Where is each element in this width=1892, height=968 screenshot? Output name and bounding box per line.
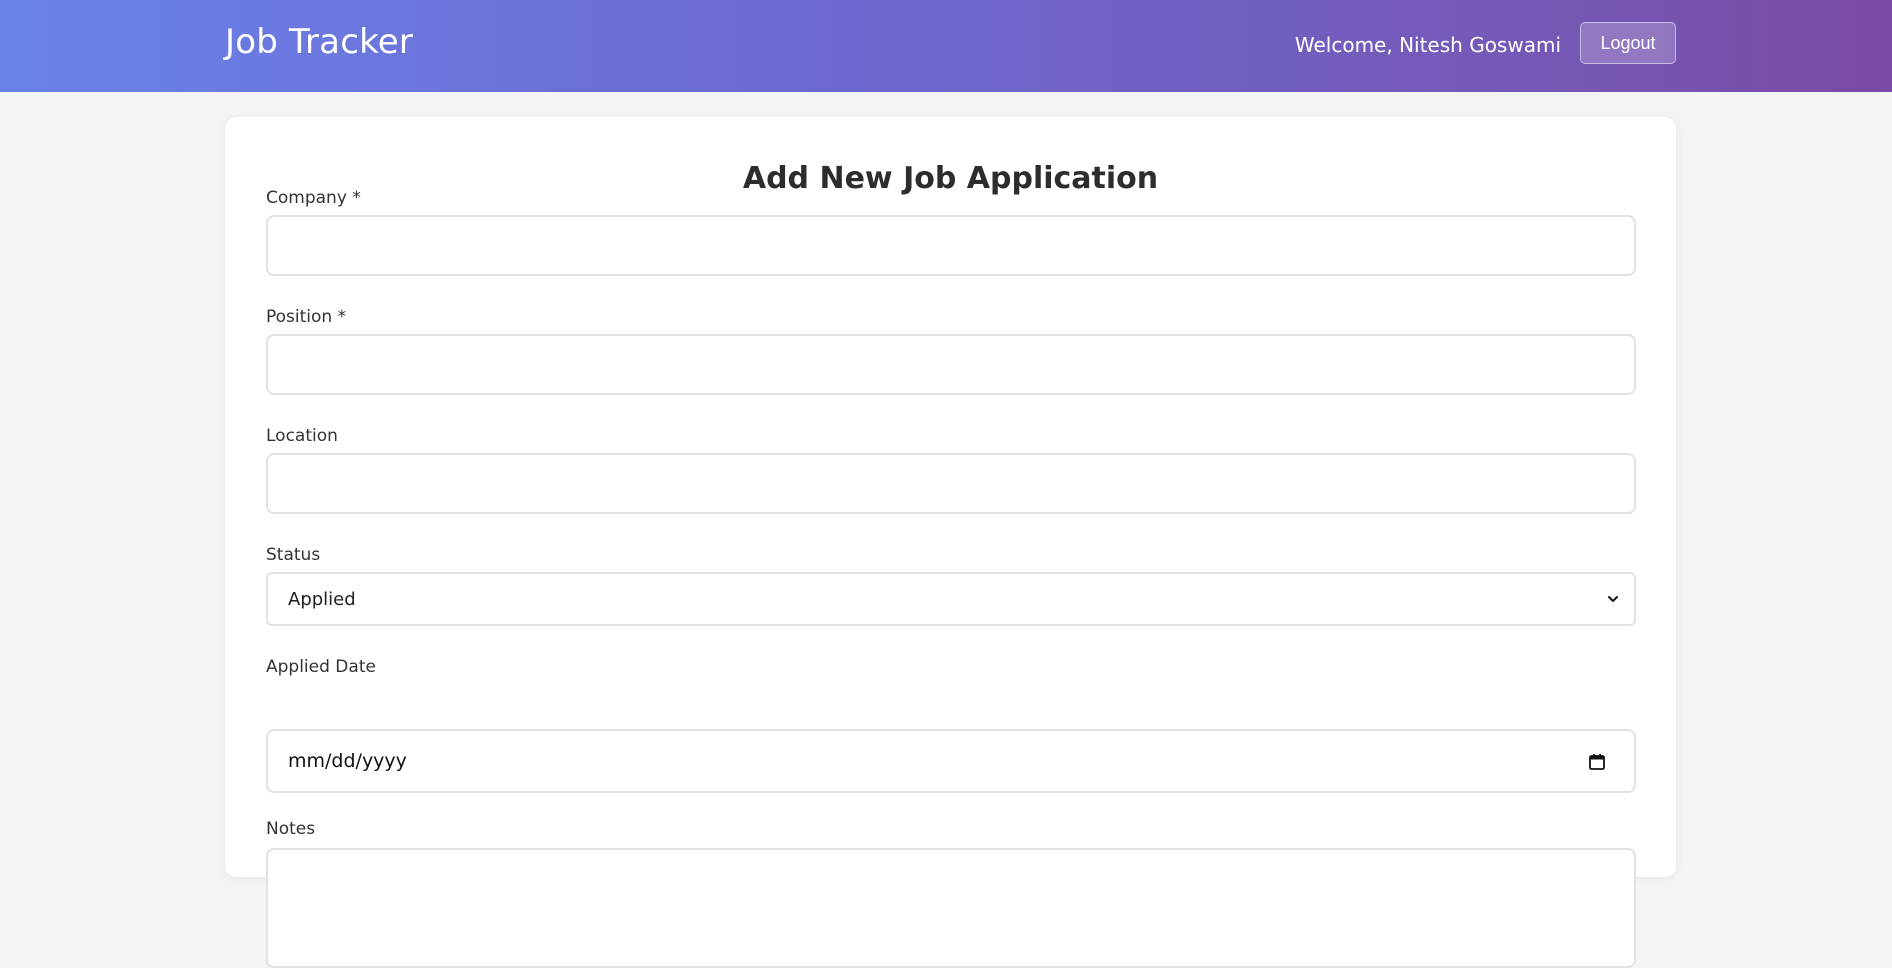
form-title: Add New Job Application: [742, 161, 1159, 196]
app-brand[interactable]: Job Tracker: [225, 22, 413, 62]
position-input[interactable]: [266, 334, 1636, 395]
calendar-icon[interactable]: [1588, 753, 1606, 771]
status-selected-value: Applied: [288, 588, 356, 610]
notes-textarea[interactable]: [266, 848, 1636, 968]
applied-date-label: Applied Date: [266, 657, 376, 677]
top-navbar: Job Tracker Welcome, Nitesh Goswami Logo…: [0, 0, 1892, 92]
status-label: Status: [266, 545, 321, 565]
welcome-text: Welcome, Nitesh Goswami: [1294, 33, 1561, 57]
applied-date-placeholder: mm/dd/yyyy: [288, 750, 407, 772]
applied-date-input[interactable]: mm/dd/yyyy: [266, 729, 1636, 793]
company-input[interactable]: [266, 215, 1636, 276]
location-input[interactable]: [266, 453, 1636, 514]
add-job-form-card: Add New Job Application Company * Positi…: [225, 117, 1676, 968]
chevron-down-icon: [1608, 596, 1618, 602]
status-select[interactable]: Applied: [266, 572, 1636, 626]
logout-button[interactable]: Logout: [1580, 22, 1676, 64]
notes-label: Notes: [266, 819, 316, 839]
position-label: Position *: [266, 307, 347, 327]
location-label: Location: [266, 426, 338, 446]
company-label: Company *: [266, 188, 361, 208]
